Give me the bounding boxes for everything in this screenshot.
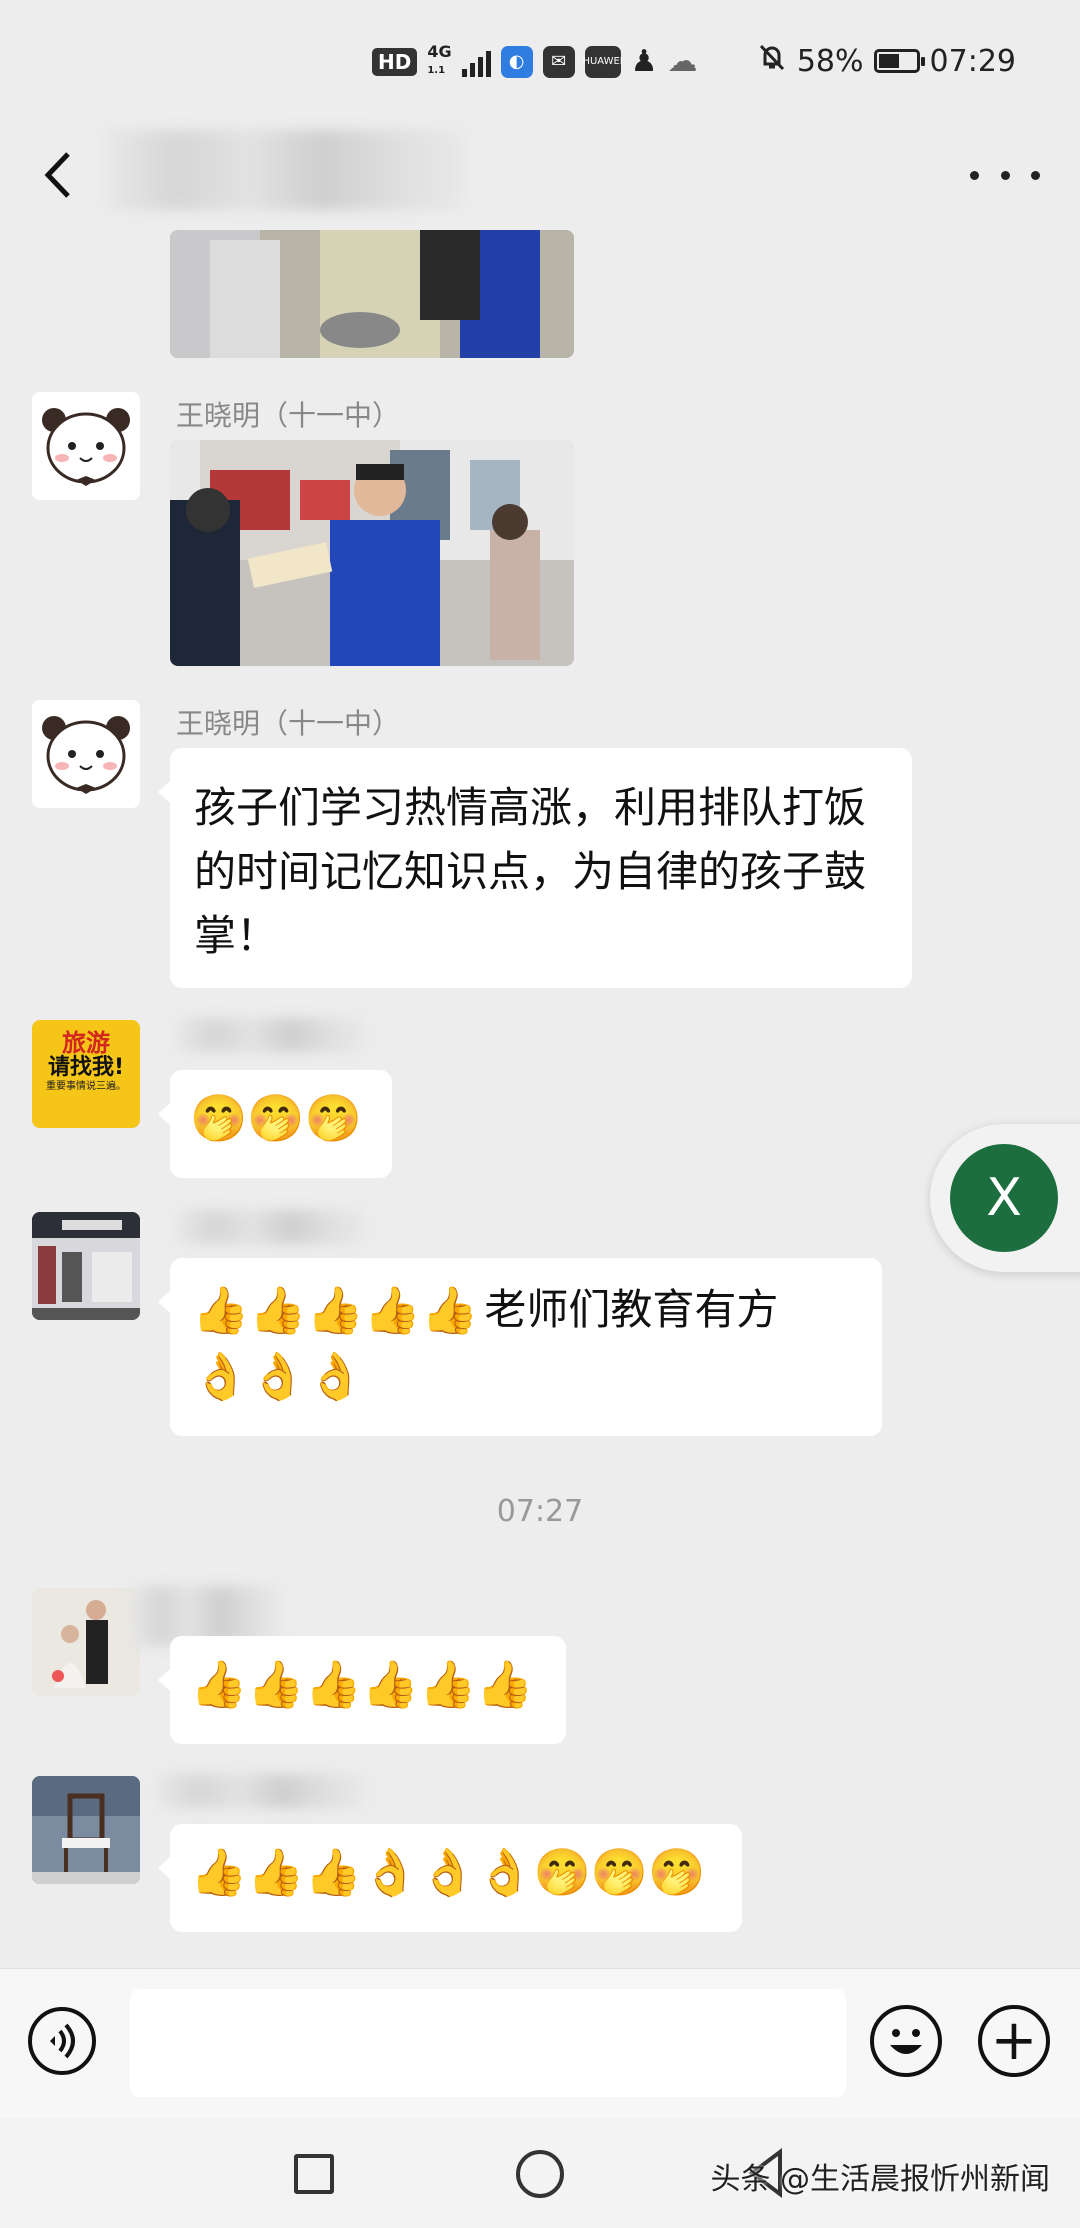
dot-icon [970, 170, 979, 180]
recent-apps-button[interactable] [294, 2154, 334, 2194]
floating-window-button[interactable]: X [930, 1124, 1080, 1272]
chevron-left-icon [44, 152, 70, 198]
mute-bell-icon [757, 42, 787, 80]
message-text: 老师们教育有方 [484, 1285, 779, 1334]
avatar[interactable] [32, 392, 140, 500]
panda-avatar-image [32, 700, 140, 808]
avatar[interactable] [32, 1776, 140, 1884]
mail-app-icon: ✉ [542, 45, 575, 78]
avatar-text: 重要事情说三遍。 [46, 1080, 126, 1092]
emoji-button[interactable] [870, 2005, 942, 2077]
system-nav-bar: 头条 @生活晨报忻州新闻 [0, 2118, 1080, 2228]
qq-icon: ♟ [630, 44, 658, 79]
plus-icon: + [990, 2008, 1038, 2073]
dot-icon [1031, 170, 1040, 180]
avatar[interactable] [32, 1588, 140, 1696]
voice-wave-icon [50, 2023, 75, 2059]
signal-icon [461, 47, 491, 77]
status-bar: HD 4G 1.1 ◐ ✉ HUAWEI ♟ ☁ 58% 07:29 [0, 0, 1080, 120]
battery-icon [873, 49, 925, 73]
network-type: 4G 1.1 [427, 42, 452, 77]
watermark: 头条 @生活晨报忻州新闻 [710, 2162, 1050, 2197]
voice-button[interactable] [28, 2007, 96, 2075]
message-bubble[interactable]: 孩子们学习热情高涨，利用排队打饭的时间记忆知识点，为自律的孩子鼓掌！ [158, 748, 912, 988]
browser-app-icon: ◐ [500, 45, 533, 78]
avatar[interactable]: 旅游 请找我! 重要事情说三遍。 [32, 1020, 140, 1128]
panda-avatar-image [32, 392, 140, 500]
huawei-app-icon: HUAWEI [582, 45, 623, 78]
sender-name: 王晓明（十一中） [176, 399, 401, 432]
emoji-thumbs: 👍👍👍👍👍 [192, 1283, 479, 1337]
floating-x-icon: X [950, 1144, 1058, 1252]
emoji-content: 👍👍👍👍👍 老师们教育有方 👌👌👌 [170, 1258, 882, 1428]
sender-name: 王晓明（十一中） [176, 707, 401, 740]
avatar[interactable] [32, 700, 140, 808]
more-options-button[interactable] [970, 160, 1040, 190]
couple-avatar-image [32, 1588, 140, 1696]
battery-percent: 58% [796, 43, 864, 79]
chair-avatar-image [32, 1776, 140, 1884]
plus-button[interactable]: + [978, 2005, 1050, 2077]
sender-name-blurred [176, 1018, 366, 1052]
message-bubble[interactable]: 👍👍👍👌👌👌🤭🤭🤭 [158, 1824, 742, 1932]
message-input[interactable] [130, 1989, 846, 2097]
message-photo-partial[interactable] [170, 230, 574, 358]
chat-header [0, 120, 1080, 230]
emoji-content: 👍👍👍👍👍👍 [190, 1657, 534, 1711]
status-icons-left: HD 4G 1.1 ◐ ✉ HUAWEI ♟ ☁ [372, 44, 698, 79]
input-bar: + [0, 1968, 1080, 2119]
home-button[interactable] [516, 2150, 564, 2198]
avatar-text: 旅游 [62, 1029, 110, 1057]
avatar-text: 请找我! [47, 1055, 125, 1081]
back-button[interactable] [28, 140, 88, 210]
chat-title-blurred [105, 130, 465, 210]
sender-name-blurred [176, 1210, 366, 1244]
message-bubble[interactable]: 🤭🤭🤭 [158, 1070, 392, 1178]
emoji-content: 👍👍👍👌👌👌🤭🤭🤭 [190, 1845, 706, 1899]
emoji-content: 🤭🤭🤭 [190, 1091, 362, 1145]
time-divider: 07:27 [496, 1494, 584, 1529]
message-photo[interactable] [170, 440, 574, 666]
dot-icon [1000, 170, 1010, 180]
photo-image [170, 230, 574, 358]
store-avatar-image [32, 1212, 140, 1320]
hd-badge: HD [372, 47, 418, 76]
cloud-icon: ☁ [667, 44, 698, 79]
sender-name-blurred [156, 1774, 366, 1808]
clock: 07:29 [929, 43, 1016, 79]
message-bubble[interactable]: 👍👍👍👍👍👍 [158, 1636, 566, 1744]
status-icons-right: 58% 07:29 [757, 42, 1016, 80]
smiley-icon [890, 2029, 922, 2054]
photo-image [170, 440, 574, 666]
emoji-ok: 👌👌👌 [192, 1349, 364, 1403]
avatar[interactable] [32, 1212, 140, 1320]
message-bubble[interactable]: 👍👍👍👍👍 老师们教育有方 👌👌👌 [158, 1258, 882, 1436]
message-text: 孩子们学习热情高涨，利用排队打饭的时间记忆知识点，为自律的孩子鼓掌！ [194, 783, 867, 960]
